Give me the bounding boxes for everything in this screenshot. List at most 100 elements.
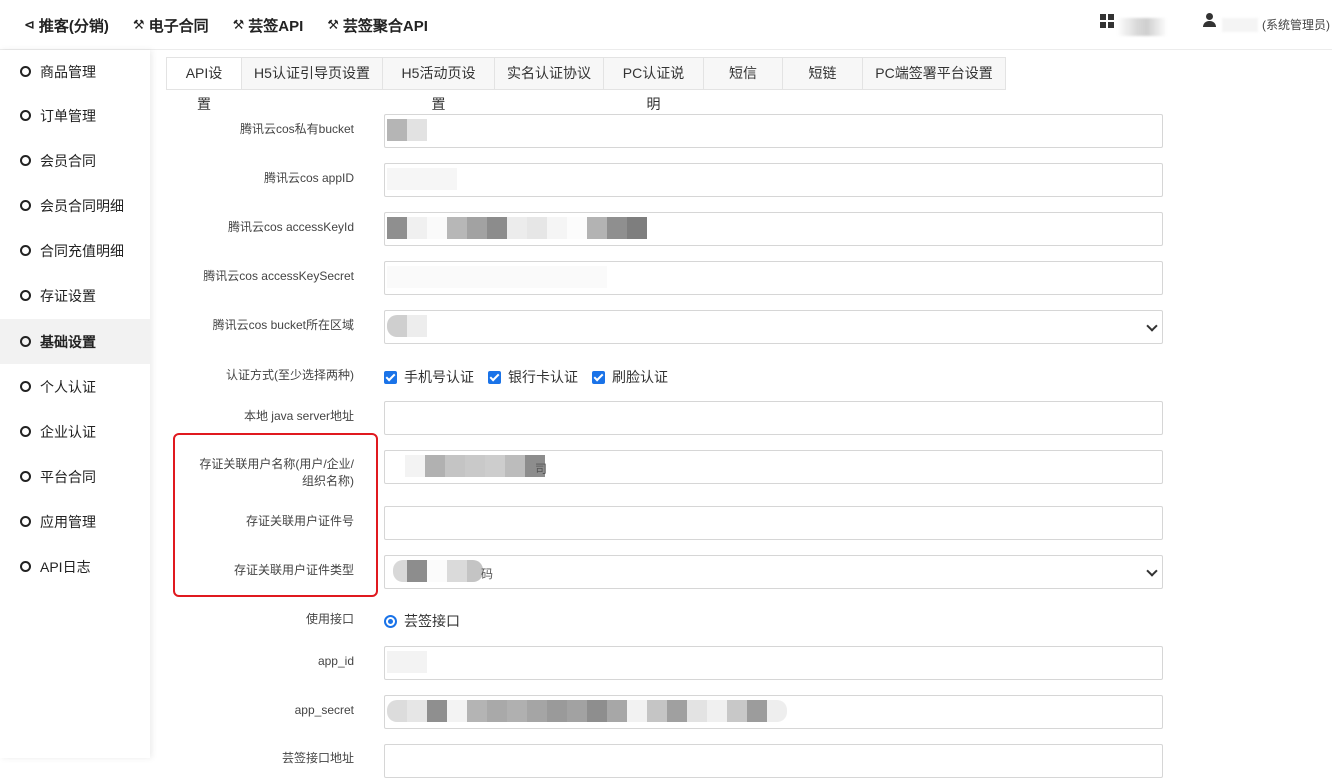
- sidebar-item-orders[interactable]: 订单管理: [0, 93, 150, 138]
- checkbox-checked-icon: [488, 370, 501, 384]
- sidebar-item-app-management[interactable]: 应用管理: [0, 499, 150, 544]
- circle-icon: [20, 471, 31, 482]
- sidebar-item-label: 会员合同明细: [40, 197, 124, 214]
- holder-name-visible-suffix: 司: [535, 462, 548, 476]
- sidebar-item-label: 个人认证: [40, 378, 96, 395]
- cos-region-select[interactable]: [384, 310, 1163, 344]
- sidebar-item-enterprise-auth[interactable]: 企业认证: [0, 409, 150, 454]
- holder-idtype-visible-suffix: 码: [481, 567, 494, 581]
- api-interface-label: 使用接口: [305, 612, 354, 626]
- cos-appid-field[interactable]: [384, 163, 1163, 197]
- sidebar-item-recharge-details[interactable]: 合同充值明细: [0, 228, 150, 273]
- highlight-box: [173, 433, 378, 597]
- chevron-down-icon: [1146, 565, 1158, 577]
- topnav-yunqian-aggregate-api[interactable]: ⚒ 芸签聚合API: [327, 15, 428, 36]
- circle-icon: [20, 66, 31, 77]
- user-icon[interactable]: [1203, 13, 1216, 27]
- auth-phone-checkbox[interactable]: 手机号认证: [384, 367, 474, 387]
- sidebar-item-api-logs[interactable]: API日志: [0, 544, 150, 589]
- tab-api-settings[interactable]: API设置: [167, 58, 242, 112]
- auth-methods-label: 认证方式(至少选择两种): [226, 368, 354, 382]
- tab-h5-activity[interactable]: H5活动页设置: [383, 58, 495, 112]
- api-yunqian-radio[interactable]: 芸签接口: [384, 611, 460, 631]
- obscured-username: [1222, 18, 1258, 32]
- java-server-field[interactable]: [384, 401, 1163, 435]
- obscured-value: [387, 315, 427, 337]
- share-icon: ⊲: [24, 17, 35, 32]
- checkbox-checked-icon: [384, 370, 397, 384]
- circle-icon: [20, 245, 31, 256]
- app-secret-field[interactable]: [384, 695, 1163, 729]
- auth-bankcard-checkbox[interactable]: 银行卡认证: [488, 367, 578, 387]
- topnav-distribution[interactable]: ⊲ 推客(分销): [24, 15, 109, 36]
- sidebar-item-member-contract-details[interactable]: 会员合同明细: [0, 183, 150, 228]
- sidebar-item-evidence-settings[interactable]: 存证设置: [0, 273, 150, 318]
- topnav-label: 推客(分销): [38, 17, 109, 35]
- circle-icon: [20, 426, 31, 437]
- checkbox-label: 刷脸认证: [612, 369, 668, 385]
- app-id-field[interactable]: [384, 646, 1163, 680]
- topnav-yunqian-api[interactable]: ⚒ 芸签API: [233, 15, 304, 36]
- cos-keysecret-field[interactable]: [384, 261, 1163, 295]
- obscured-value: [405, 455, 545, 477]
- sidebar-item-basic-settings[interactable]: 基础设置: [0, 319, 150, 364]
- circle-icon: [20, 336, 31, 347]
- obscured-value: [387, 266, 607, 288]
- auth-methods-group: 手机号认证 银行卡认证 刷脸认证: [384, 367, 682, 387]
- sidebar-item-label: 存证设置: [40, 287, 96, 304]
- tab-h5-auth-guide[interactable]: H5认证引导页设置: [242, 58, 383, 89]
- circle-icon: [20, 155, 31, 166]
- sidebar: 商品管理 订单管理 会员合同 会员合同明细 合同充值明细 存证设置 基础设置 个…: [0, 50, 150, 758]
- sidebar-item-personal-auth[interactable]: 个人认证: [0, 364, 150, 409]
- hammer-icon: ⚒: [232, 17, 245, 32]
- top-bar: ⊲ 推客(分销) ⚒ 电子合同 ⚒ 芸签API ⚒ 芸签聚合API (系统管理员…: [0, 0, 1332, 50]
- topnav-label: 电子合同: [148, 17, 209, 35]
- tab-realname-agreement[interactable]: 实名认证协议: [495, 58, 604, 89]
- circle-icon: [20, 381, 31, 392]
- obscured-value: [387, 119, 427, 141]
- holder-name-field[interactable]: 司: [384, 450, 1163, 484]
- auth-face-checkbox[interactable]: 刷脸认证: [592, 367, 668, 387]
- api-url-field[interactable]: [384, 744, 1163, 778]
- holder-idtype-select[interactable]: 码: [384, 555, 1163, 589]
- app-id-label: app_id: [317, 654, 354, 668]
- checkbox-checked-icon: [592, 370, 605, 384]
- cos-keyid-field[interactable]: [384, 212, 1163, 246]
- topnav-label: 芸签聚合API: [342, 17, 428, 35]
- obscured-value: [387, 168, 457, 190]
- sidebar-item-label: 会员合同: [40, 152, 96, 169]
- obscured-value: [387, 700, 787, 722]
- cos-appid-label: 腾讯云cos appID: [263, 171, 354, 185]
- api-interface-group: 芸签接口: [384, 611, 460, 631]
- cos-bucket-field[interactable]: [384, 114, 1163, 148]
- obscured-value: [393, 560, 483, 582]
- topnav-label: 芸签API: [248, 17, 304, 35]
- sidebar-item-label: 合同充值明细: [40, 242, 124, 259]
- sidebar-item-platform-contracts[interactable]: 平台合同: [0, 454, 150, 499]
- holder-id-field[interactable]: [384, 506, 1163, 540]
- obscured-value: [387, 217, 647, 239]
- cos-keysecret-label: 腾讯云cos accessKeySecret: [203, 269, 354, 283]
- radio-selected-icon: [384, 614, 397, 628]
- obscured-site-name: [1117, 18, 1167, 36]
- sidebar-item-products[interactable]: 商品管理: [0, 50, 150, 93]
- sidebar-item-label: 应用管理: [40, 513, 96, 530]
- circle-icon: [20, 110, 31, 121]
- app-secret-label: app_secret: [294, 703, 354, 717]
- tab-short-link[interactable]: 短链: [783, 58, 863, 89]
- user-role: (系统管理员): [1262, 18, 1330, 32]
- tab-pc-auth-description[interactable]: PC认证说明: [604, 58, 704, 112]
- sidebar-item-label: 订单管理: [40, 107, 96, 124]
- api-url-label: 芸签接口地址: [281, 751, 354, 765]
- java-server-label: 本地 java server地址: [243, 409, 354, 423]
- settings-tabs: API设置 H5认证引导页设置 H5活动页设置 实名认证协议 PC认证说明 短信…: [166, 57, 1006, 112]
- sidebar-item-label: 平台合同: [40, 468, 96, 485]
- dashboard-icon[interactable]: [1100, 14, 1114, 28]
- tab-sms[interactable]: 短信: [704, 58, 783, 89]
- cos-region-label: 腾讯云cos bucket所在区域: [212, 318, 354, 332]
- sidebar-item-label: API日志: [40, 558, 91, 575]
- circle-icon: [20, 561, 31, 572]
- sidebar-item-member-contracts[interactable]: 会员合同: [0, 138, 150, 183]
- tab-pc-signing-platform[interactable]: PC端签署平台设置: [863, 58, 1005, 89]
- topnav-e-contract[interactable]: ⚒ 电子合同: [133, 15, 209, 36]
